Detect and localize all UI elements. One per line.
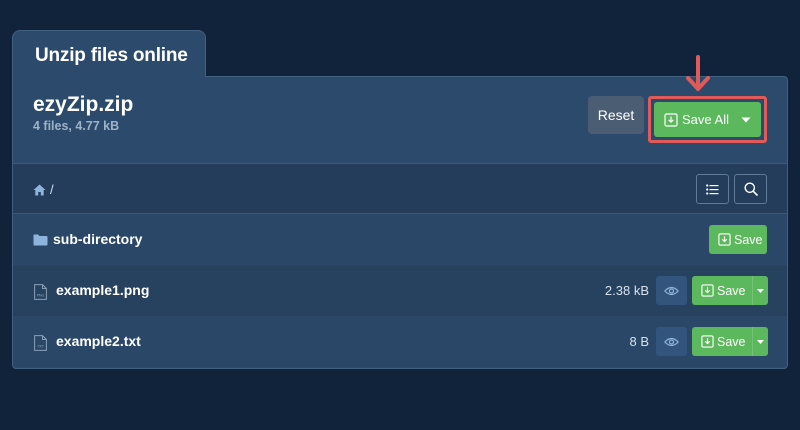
save-dropdown-toggle[interactable]: [751, 327, 769, 356]
home-icon[interactable]: [33, 184, 46, 196]
file-toolbar: /: [13, 163, 787, 214]
unzip-tab[interactable]: Unzip files online: [12, 30, 206, 77]
save-button[interactable]: Save: [709, 225, 767, 254]
search-button[interactable]: [734, 174, 767, 204]
file-name[interactable]: example2.txt: [56, 333, 141, 349]
eye-icon: [664, 337, 679, 346]
breadcrumb-separator: /: [50, 182, 54, 197]
list-item[interactable]: TXT example2.txt 8 B Save: [13, 316, 787, 367]
download-icon: [664, 112, 678, 127]
archive-header: ezyZip.zip 4 files, 4.77 kB Reset Save A…: [13, 77, 787, 163]
list-item[interactable]: sub-directory Save: [13, 214, 787, 265]
folder-icon: [33, 234, 48, 246]
search-icon: [744, 182, 758, 196]
arrow-down-icon: [686, 55, 710, 91]
download-icon: [701, 335, 714, 348]
archive-meta: 4 files, 4.77 kB: [33, 119, 120, 133]
tab-title: Unzip files online: [35, 45, 188, 66]
list-icon: [706, 183, 719, 195]
save-button[interactable]: Save: [692, 327, 768, 356]
preview-button[interactable]: [656, 276, 687, 305]
caret-down-icon: [741, 117, 751, 122]
txt-file-icon: TXT: [34, 335, 47, 351]
save-label: Save: [734, 232, 763, 247]
save-dropdown-toggle[interactable]: [751, 276, 769, 305]
save-all-highlight: Save All: [648, 96, 767, 143]
png-file-icon: PNG: [34, 284, 47, 300]
file-size: 2.38 kB: [604, 283, 649, 298]
svg-text:PNG: PNG: [37, 294, 45, 298]
save-label: Save: [717, 283, 746, 298]
list-view-button[interactable]: [696, 174, 729, 204]
save-all-main[interactable]: Save All: [654, 102, 731, 137]
preview-button[interactable]: [656, 327, 687, 356]
download-icon: [701, 284, 714, 297]
save-all-button[interactable]: Save All: [654, 102, 761, 137]
archive-name: ezyZip.zip: [33, 93, 134, 116]
save-all-dropdown-toggle[interactable]: [731, 102, 761, 137]
save-all-label: Save All: [682, 112, 729, 127]
file-name[interactable]: sub-directory: [53, 231, 142, 247]
save-button[interactable]: Save: [692, 276, 768, 305]
reset-button[interactable]: Reset: [588, 96, 644, 134]
svg-text:TXT: TXT: [36, 345, 45, 349]
archive-panel: ezyZip.zip 4 files, 4.77 kB Reset Save A…: [12, 76, 788, 369]
download-icon: [718, 233, 731, 246]
eye-icon: [664, 286, 679, 295]
file-name[interactable]: example1.png: [56, 282, 149, 298]
caret-down-icon: [756, 339, 764, 344]
caret-down-icon: [756, 288, 764, 293]
breadcrumb: /: [33, 182, 54, 197]
save-label: Save: [717, 334, 746, 349]
list-item[interactable]: PNG example1.png 2.38 kB Save: [13, 265, 787, 316]
file-size: 8 B: [629, 334, 649, 349]
